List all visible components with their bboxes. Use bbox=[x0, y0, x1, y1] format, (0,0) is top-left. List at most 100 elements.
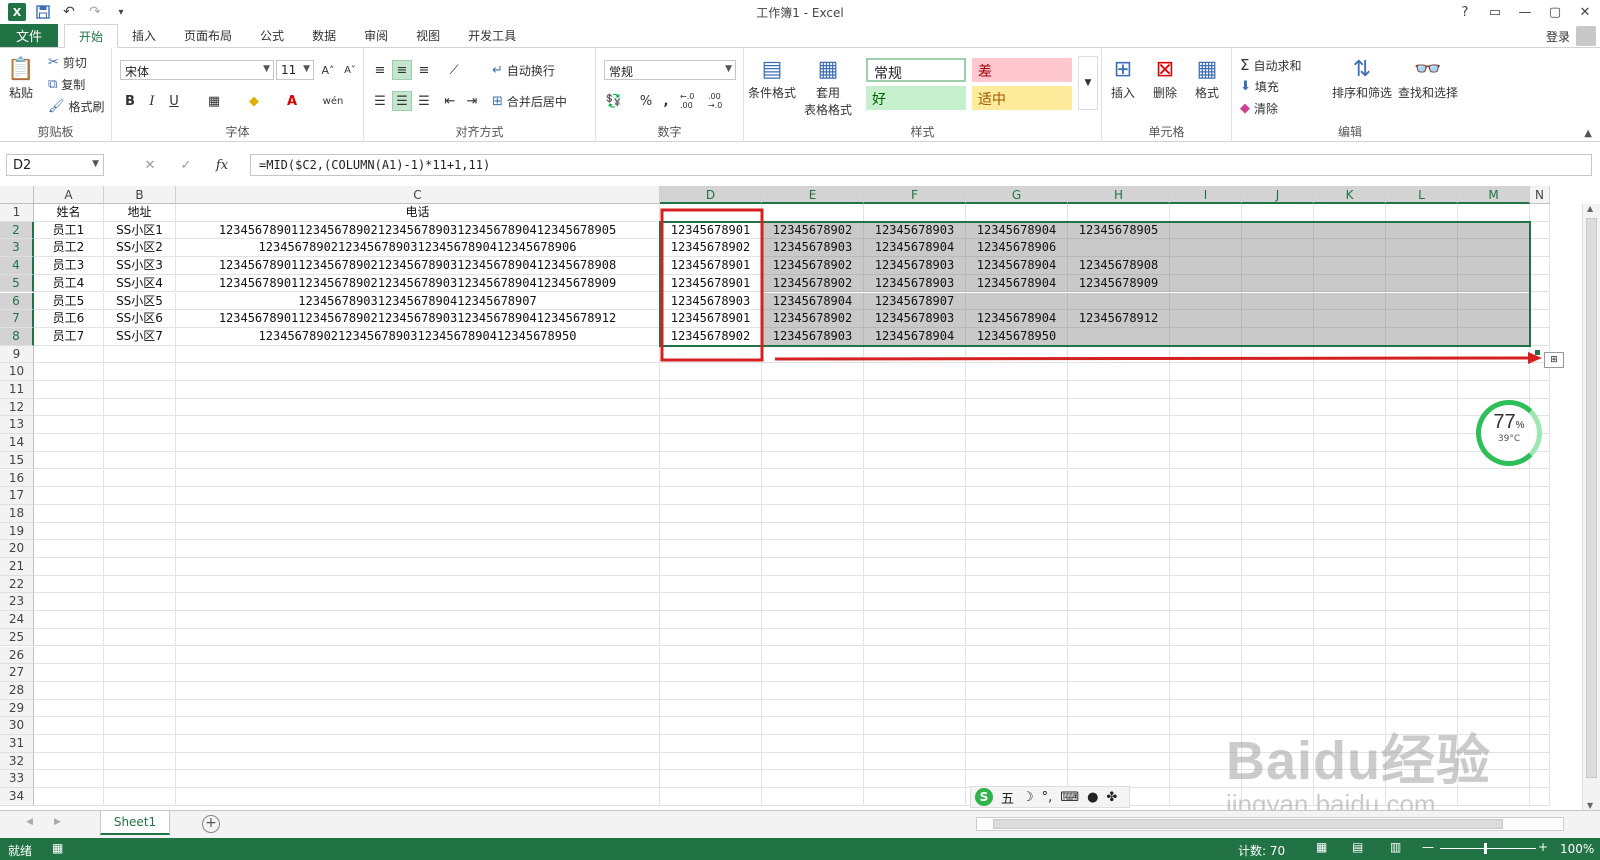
style-neutral[interactable]: 适中 bbox=[972, 86, 1072, 110]
cell-e15[interactable] bbox=[762, 451, 864, 470]
horizontal-scrollbar[interactable] bbox=[976, 817, 1564, 831]
font-size-select[interactable]: 11 ▼ bbox=[276, 60, 314, 80]
row-header-29[interactable]: 29 bbox=[0, 699, 34, 718]
login-link[interactable]: 登录 bbox=[1546, 28, 1570, 45]
cell-l18[interactable] bbox=[1386, 504, 1458, 523]
cell-l3[interactable] bbox=[1386, 239, 1458, 258]
cell-h1[interactable] bbox=[1068, 204, 1170, 222]
cell-i9[interactable] bbox=[1170, 345, 1242, 364]
cell-i7[interactable] bbox=[1170, 310, 1242, 328]
cell-d19[interactable] bbox=[660, 522, 762, 541]
col-header-c[interactable]: C bbox=[176, 186, 660, 204]
cell-j22[interactable] bbox=[1242, 575, 1314, 594]
cell-l22[interactable] bbox=[1386, 575, 1458, 594]
cell-i11[interactable] bbox=[1170, 381, 1242, 399]
cell-g24[interactable] bbox=[966, 611, 1068, 629]
cell-a23[interactable] bbox=[34, 593, 104, 612]
user-icon[interactable]: ● bbox=[1087, 790, 1098, 805]
cell-i4[interactable] bbox=[1170, 257, 1242, 275]
col-header-m[interactable]: M bbox=[1458, 186, 1530, 204]
cell-d34[interactable] bbox=[660, 788, 762, 806]
cell-d12[interactable] bbox=[660, 398, 762, 417]
cell-h5[interactable]: 12345678909 bbox=[1068, 274, 1170, 293]
cell-e7[interactable]: 12345678902 bbox=[762, 310, 864, 328]
cell-b20[interactable] bbox=[104, 540, 176, 558]
cell-b12[interactable] bbox=[104, 398, 176, 417]
cell-l16[interactable] bbox=[1386, 469, 1458, 488]
cell-k31[interactable] bbox=[1314, 735, 1386, 753]
border-icon[interactable]: ▦ bbox=[204, 91, 224, 111]
styles-more-icon[interactable]: ▼ bbox=[1078, 56, 1098, 110]
underline-button[interactable]: U bbox=[164, 91, 184, 111]
cell-c6[interactable]: 123456789031234567890412345678907 bbox=[176, 292, 660, 311]
cell-e19[interactable] bbox=[762, 522, 864, 541]
cell-f2[interactable]: 12345678903 bbox=[864, 221, 966, 240]
shrink-font-button[interactable]: A˅ bbox=[340, 60, 360, 80]
cell-m10[interactable] bbox=[1458, 363, 1530, 381]
cell-f25[interactable] bbox=[864, 628, 966, 647]
cell-g10[interactable] bbox=[966, 363, 1068, 381]
row-header-11[interactable]: 11 bbox=[0, 381, 34, 399]
cell-j33[interactable] bbox=[1242, 770, 1314, 789]
cell-c28[interactable] bbox=[176, 681, 660, 700]
cell-m33[interactable] bbox=[1458, 770, 1530, 789]
cell-b24[interactable] bbox=[104, 611, 176, 629]
cell-l27[interactable] bbox=[1386, 664, 1458, 682]
cell-j13[interactable] bbox=[1242, 416, 1314, 435]
cell-l19[interactable] bbox=[1386, 522, 1458, 541]
cell-l5[interactable] bbox=[1386, 274, 1458, 293]
cell-h14[interactable] bbox=[1068, 434, 1170, 452]
cell-d1[interactable] bbox=[660, 204, 762, 222]
cell-g16[interactable] bbox=[966, 469, 1068, 488]
cell-i18[interactable] bbox=[1170, 504, 1242, 523]
macro-record-icon[interactable]: ▦ bbox=[52, 841, 63, 855]
horizontal-scroll-thumb[interactable] bbox=[993, 819, 1503, 829]
cell-m30[interactable] bbox=[1458, 717, 1530, 735]
fill-button[interactable]: ⬇ 填充 bbox=[1240, 78, 1279, 95]
autosum-button[interactable]: Σ 自动求和 bbox=[1240, 56, 1302, 74]
row-header-12[interactable]: 12 bbox=[0, 398, 34, 417]
cell-i25[interactable] bbox=[1170, 628, 1242, 647]
cell-k23[interactable] bbox=[1314, 593, 1386, 612]
cell-j26[interactable] bbox=[1242, 646, 1314, 665]
cell-l10[interactable] bbox=[1386, 363, 1458, 381]
cell-l8[interactable] bbox=[1386, 327, 1458, 346]
cell-j14[interactable] bbox=[1242, 434, 1314, 452]
cell-g27[interactable] bbox=[966, 664, 1068, 682]
cell-f20[interactable] bbox=[864, 540, 966, 558]
cell-e34[interactable] bbox=[762, 788, 864, 806]
cell-c31[interactable] bbox=[176, 735, 660, 753]
cell-h23[interactable] bbox=[1068, 593, 1170, 612]
cell-f34[interactable] bbox=[864, 788, 966, 806]
cell-m8[interactable] bbox=[1458, 327, 1530, 346]
cell-a19[interactable] bbox=[34, 522, 104, 541]
cell-f21[interactable] bbox=[864, 558, 966, 576]
cell-j3[interactable] bbox=[1242, 239, 1314, 258]
cell-i1[interactable] bbox=[1170, 204, 1242, 222]
cell-l20[interactable] bbox=[1386, 540, 1458, 558]
row-header-14[interactable]: 14 bbox=[0, 434, 34, 452]
cell-f5[interactable]: 12345678903 bbox=[864, 274, 966, 293]
cell-j5[interactable] bbox=[1242, 274, 1314, 293]
cell-i28[interactable] bbox=[1170, 681, 1242, 700]
col-header-l[interactable]: L bbox=[1386, 186, 1458, 204]
cell-k13[interactable] bbox=[1314, 416, 1386, 435]
cell-a27[interactable] bbox=[34, 664, 104, 682]
cell-a5[interactable]: 员工4 bbox=[34, 274, 104, 293]
cell-l2[interactable] bbox=[1386, 221, 1458, 240]
cell-e18[interactable] bbox=[762, 504, 864, 523]
cell-m2[interactable] bbox=[1458, 221, 1530, 240]
cell-j9[interactable] bbox=[1242, 345, 1314, 364]
cell-i13[interactable] bbox=[1170, 416, 1242, 435]
cell-e21[interactable] bbox=[762, 558, 864, 576]
cell-f17[interactable] bbox=[864, 487, 966, 505]
cell-c9[interactable] bbox=[176, 345, 660, 364]
cell-e23[interactable] bbox=[762, 593, 864, 612]
cell-l23[interactable] bbox=[1386, 593, 1458, 612]
cell-m26[interactable] bbox=[1458, 646, 1530, 665]
orientation-icon[interactable]: ⟋ bbox=[444, 60, 464, 80]
row-header-16[interactable]: 16 bbox=[0, 469, 34, 488]
avatar[interactable] bbox=[1576, 26, 1596, 46]
formula-input[interactable]: =MID($C2,(COLUMN(A1)-1)*11+1,11) bbox=[250, 154, 1592, 176]
cell-a18[interactable] bbox=[34, 504, 104, 523]
